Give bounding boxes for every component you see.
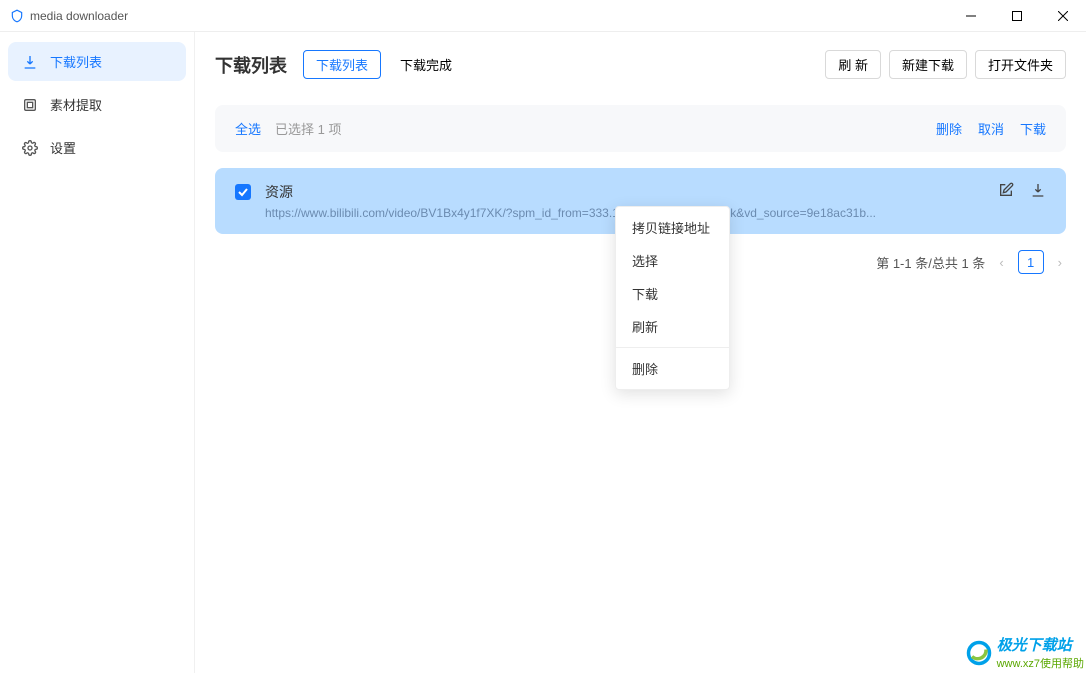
watermark-brand: 极光下载站: [997, 634, 1084, 655]
app-icon: [10, 9, 24, 23]
prev-page-button[interactable]: ‹: [995, 255, 1007, 270]
extract-icon: [22, 97, 38, 113]
download-selected-button[interactable]: 下载: [1020, 119, 1046, 138]
sidebar-item-download-list[interactable]: 下载列表: [8, 42, 186, 81]
title-bar: media downloader: [0, 0, 1086, 32]
sidebar-item-settings[interactable]: 设置: [8, 128, 186, 167]
watermark: 极光下载站 www.xz7使用帮助: [965, 634, 1084, 671]
menu-refresh[interactable]: 刷新: [616, 310, 729, 343]
page-number[interactable]: 1: [1018, 250, 1044, 274]
tab-download-list[interactable]: 下载列表: [303, 50, 381, 79]
selected-count-text: 已选择 1 项: [275, 119, 341, 138]
menu-divider: [616, 347, 729, 348]
select-all-link[interactable]: 全选: [235, 119, 261, 138]
maximize-button[interactable]: [994, 0, 1040, 32]
sidebar-item-label: 下载列表: [50, 52, 102, 71]
refresh-button[interactable]: 刷 新: [825, 50, 881, 79]
sidebar: 下载列表 素材提取 设置: [0, 32, 195, 673]
sidebar-item-label: 素材提取: [50, 95, 102, 114]
close-button[interactable]: [1040, 0, 1086, 32]
selection-bar: 全选 已选择 1 项 删除 取消 下载: [215, 105, 1066, 152]
edit-icon[interactable]: [998, 182, 1014, 198]
menu-copy-link[interactable]: 拷贝链接地址: [616, 211, 729, 244]
download-icon: [22, 54, 38, 70]
content-header: 下载列表 下载列表 下载完成 刷 新 新建下载 打开文件夹: [215, 50, 1066, 79]
new-download-button[interactable]: 新建下载: [889, 50, 967, 79]
menu-download[interactable]: 下载: [616, 277, 729, 310]
tab-download-done[interactable]: 下载完成: [387, 50, 465, 79]
cancel-selected-button[interactable]: 取消: [978, 119, 1004, 138]
app-title: media downloader: [30, 9, 948, 23]
window-controls: [948, 0, 1086, 32]
gear-icon: [22, 140, 38, 156]
page-title: 下载列表: [215, 52, 287, 78]
minimize-button[interactable]: [948, 0, 994, 32]
open-folder-button[interactable]: 打开文件夹: [975, 50, 1066, 79]
menu-select[interactable]: 选择: [616, 244, 729, 277]
item-title: 资源: [265, 182, 984, 202]
sidebar-item-label: 设置: [50, 138, 76, 157]
next-page-button[interactable]: ›: [1054, 255, 1066, 270]
watermark-sub: www.xz7使用帮助: [997, 655, 1084, 671]
delete-selected-button[interactable]: 删除: [936, 119, 962, 138]
sidebar-item-extract[interactable]: 素材提取: [8, 85, 186, 124]
menu-delete[interactable]: 删除: [616, 352, 729, 385]
item-checkbox[interactable]: [235, 184, 251, 200]
pagination-summary: 第 1-1 条/总共 1 条: [876, 253, 985, 272]
watermark-logo-icon: [965, 639, 993, 667]
context-menu: 拷贝链接地址 选择 下载 刷新 删除: [615, 206, 730, 390]
download-item-icon[interactable]: [1030, 182, 1046, 198]
